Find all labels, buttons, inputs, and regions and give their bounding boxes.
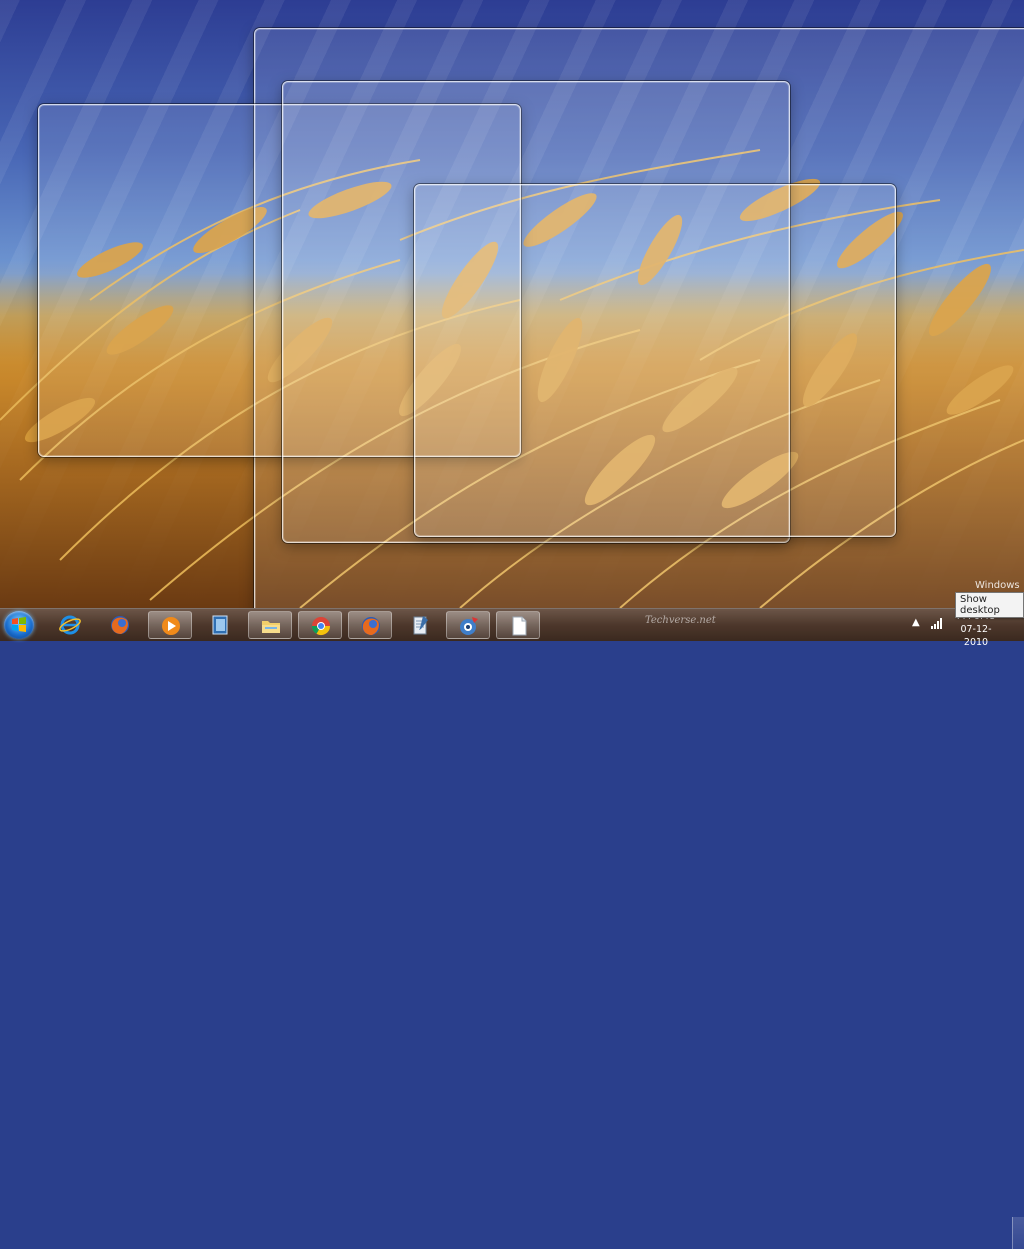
taskbar-firefox-window[interactable] <box>348 611 392 639</box>
taskbar-media-player[interactable] <box>148 611 192 639</box>
taskbar-windows-explorer[interactable] <box>248 611 292 639</box>
internet-explorer-icon <box>59 615 81 635</box>
windows-logo-icon <box>12 617 26 632</box>
show-desktop-tooltip: Show desktop <box>955 592 1024 618</box>
network-signal-icon[interactable] <box>930 617 944 629</box>
start-button[interactable] <box>4 611 34 639</box>
firefox-icon <box>111 616 129 634</box>
taskbar-network-tool[interactable] <box>446 611 490 639</box>
network-globe-icon <box>460 617 478 635</box>
taskbar-internet-explorer[interactable] <box>48 611 92 639</box>
clock-date: 07-12-2010 <box>960 624 992 648</box>
peek-window-outline-4 <box>414 184 896 537</box>
media-player-icon <box>162 617 180 635</box>
taskbar-brand-text: Techverse.net <box>645 615 716 626</box>
desktop-background <box>0 0 1024 608</box>
show-desktop-button[interactable] <box>1012 1217 1024 1249</box>
taskbar-notepad[interactable] <box>398 611 442 639</box>
chrome-icon <box>312 617 330 636</box>
taskbar-notebook[interactable] <box>198 611 242 639</box>
taskbar-document[interactable] <box>496 611 540 639</box>
blank-document-icon <box>512 616 527 636</box>
tray-overflow-arrow-icon[interactable]: ▲ <box>912 617 920 628</box>
taskbar-firefox[interactable] <box>98 611 142 639</box>
firefox-icon <box>362 617 380 635</box>
notebook-icon <box>212 615 228 635</box>
taskbar <box>0 608 1024 1249</box>
notepad-icon <box>413 616 428 635</box>
taskbar-chrome[interactable] <box>298 611 342 639</box>
folder-icon <box>262 621 280 633</box>
